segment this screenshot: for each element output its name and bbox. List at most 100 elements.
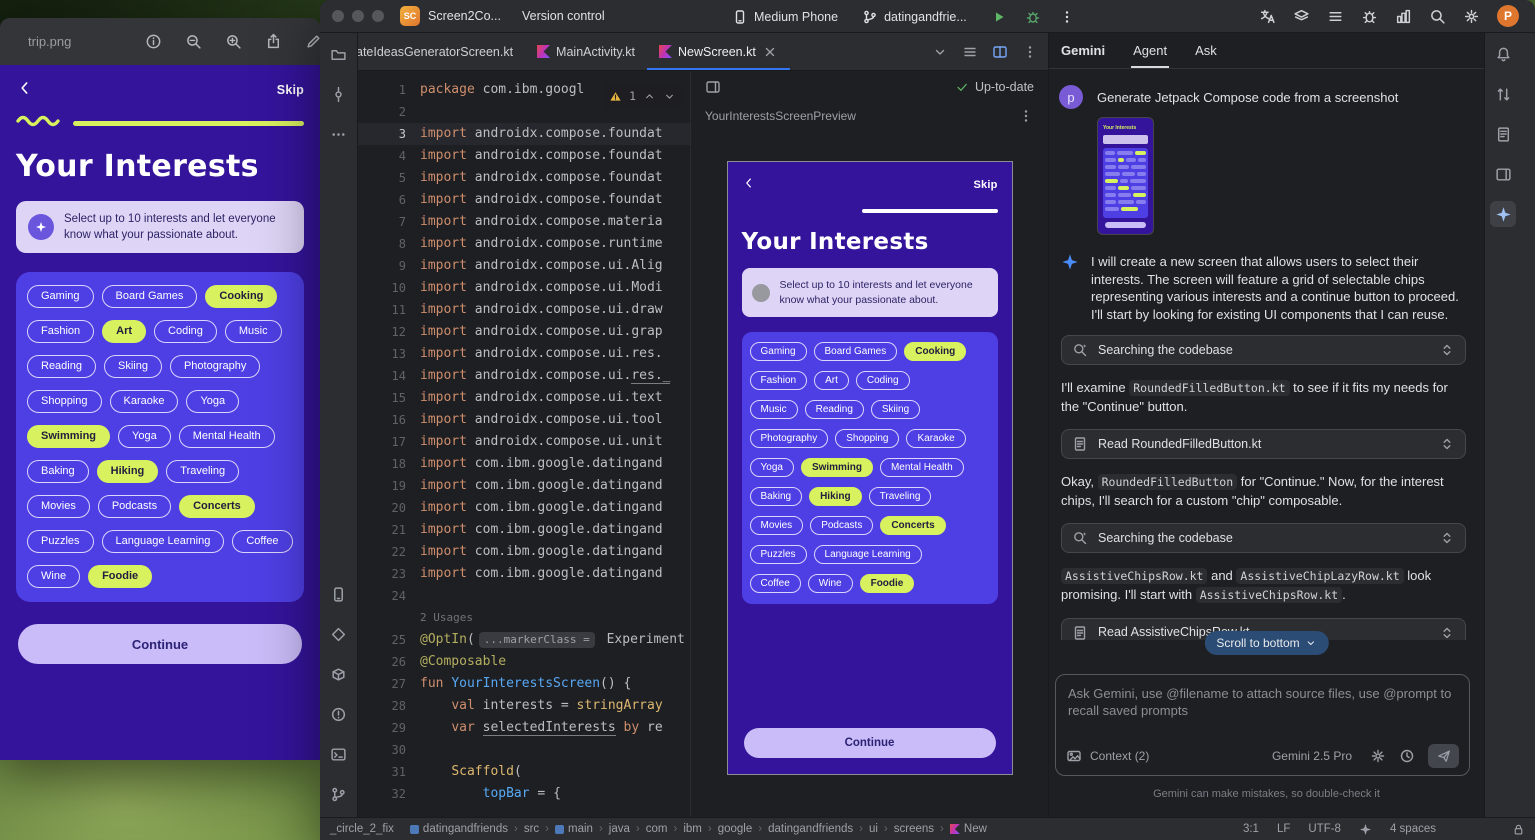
app-insights-icon[interactable] bbox=[1361, 8, 1378, 25]
vcs-widget[interactable]: Version control bbox=[522, 9, 610, 23]
tab-ask[interactable]: Ask bbox=[1195, 33, 1217, 68]
indent-setting[interactable]: 4 spaces bbox=[1390, 823, 1436, 835]
close-window-button[interactable] bbox=[332, 10, 344, 22]
project-selector[interactable]: Screen2Co... bbox=[428, 9, 506, 23]
debug-button[interactable] bbox=[1025, 9, 1041, 25]
editor-options-icon[interactable] bbox=[1022, 44, 1038, 60]
gemini-input[interactable] bbox=[1066, 683, 1459, 741]
terminal-icon[interactable] bbox=[330, 746, 347, 763]
more-actions-icon[interactable] bbox=[1059, 9, 1075, 25]
tab-agent[interactable]: Agent bbox=[1133, 33, 1167, 68]
next-problem-icon[interactable] bbox=[663, 90, 676, 103]
breadcrumb-item[interactable]: ui bbox=[869, 823, 878, 835]
split-editor-icon[interactable] bbox=[992, 44, 1008, 60]
line-ending[interactable]: LF bbox=[1277, 823, 1290, 835]
tab-mainactivity-kt[interactable]: MainActivity.kt bbox=[525, 33, 647, 70]
context-selector[interactable]: Context (2) bbox=[1090, 749, 1154, 763]
code-editor[interactable]: 1 1package com.ibm.googl23import android… bbox=[358, 71, 690, 817]
code-line: 22import com.ibm.google.datingand bbox=[358, 541, 690, 563]
run-button[interactable] bbox=[991, 9, 1007, 25]
gemini-input-box[interactable]: Context (2) Gemini 2.5 Pro bbox=[1055, 674, 1470, 776]
breadcrumb-item[interactable]: src bbox=[524, 823, 539, 835]
notifications-icon[interactable] bbox=[1495, 46, 1512, 63]
compose-preview-canvas[interactable]: SkipYour InterestsSelect up to 10 intere… bbox=[727, 161, 1013, 775]
usages-inlay[interactable]: 2 Usages bbox=[420, 611, 473, 624]
previous-problem-icon[interactable] bbox=[643, 90, 656, 103]
info-icon[interactable] bbox=[145, 33, 162, 50]
share-icon[interactable] bbox=[265, 33, 282, 50]
layout-inspector-icon[interactable] bbox=[1293, 8, 1310, 25]
interest-chip: Concerts bbox=[179, 495, 255, 518]
commit-icon[interactable] bbox=[330, 86, 347, 103]
skip-button[interactable]: Skip bbox=[277, 83, 304, 97]
breadcrumb-item[interactable]: ibm bbox=[683, 823, 702, 835]
profiler-icon[interactable] bbox=[1395, 8, 1412, 25]
breadcrumb-item[interactable]: screens bbox=[894, 823, 934, 835]
version-control-icon[interactable] bbox=[330, 786, 347, 803]
tab-ateideasgeneratorscreen-kt[interactable]: ateIdeasGeneratorScreen.kt bbox=[358, 33, 525, 70]
build-icon[interactable] bbox=[330, 666, 347, 683]
run-configuration-selector[interactable]: datingandfrie... bbox=[862, 9, 973, 25]
ai-status-icon[interactable] bbox=[1359, 823, 1372, 836]
model-selector[interactable]: Gemini 2.5 Pro bbox=[1272, 749, 1357, 763]
logcat-icon[interactable] bbox=[1327, 8, 1344, 25]
breadcrumb-item[interactable]: datingandfriends bbox=[768, 823, 853, 835]
device-selector[interactable]: Medium Phone bbox=[732, 9, 844, 25]
pull-requests-icon[interactable] bbox=[1495, 86, 1512, 103]
tool-call-card[interactable]: Searching the codebase bbox=[1061, 523, 1466, 553]
window-controls[interactable] bbox=[332, 10, 384, 22]
cursor-position[interactable]: 3:1 bbox=[1243, 823, 1259, 835]
problems-icon[interactable] bbox=[330, 706, 347, 723]
gemini-tool-button[interactable] bbox=[1490, 201, 1516, 227]
device-explorer-icon[interactable] bbox=[1495, 166, 1512, 183]
back-button[interactable] bbox=[16, 79, 34, 102]
gemini-settings-icon[interactable] bbox=[1370, 748, 1386, 764]
project-folder-icon[interactable] bbox=[330, 46, 347, 63]
code-text: import androidx.compose.foundat bbox=[420, 123, 690, 145]
breadcrumb-item[interactable]: main bbox=[555, 823, 593, 835]
breadcrumb-item[interactable]: datingandfriends bbox=[410, 823, 508, 835]
tool-call-card[interactable]: Read RoundedFilledButton.kt bbox=[1061, 429, 1466, 459]
settings-icon[interactable] bbox=[1463, 8, 1480, 25]
expand-collapse-icon[interactable] bbox=[1439, 342, 1455, 358]
minimize-window-button[interactable] bbox=[352, 10, 364, 22]
scroll-to-bottom-button[interactable]: Scroll to bottom bbox=[1204, 631, 1328, 655]
code-text: @OptIn(...markerClass = Experiment bbox=[420, 629, 690, 651]
documentation-icon[interactable] bbox=[1495, 126, 1512, 143]
editor-list-icon[interactable] bbox=[962, 44, 978, 60]
running-devices-icon[interactable] bbox=[330, 586, 347, 603]
zoom-window-button[interactable] bbox=[372, 10, 384, 22]
more-tools-icon[interactable] bbox=[330, 126, 347, 143]
close-tab-icon[interactable] bbox=[762, 44, 778, 60]
zoom-in-icon[interactable] bbox=[225, 33, 242, 50]
search-everywhere-icon[interactable] bbox=[1429, 8, 1446, 25]
history-icon[interactable] bbox=[1399, 748, 1415, 764]
lock-icon[interactable] bbox=[1512, 823, 1525, 836]
branch-widget[interactable]: _circle_2_fix bbox=[330, 823, 394, 835]
breadcrumb-item[interactable]: java bbox=[609, 823, 630, 835]
breadcrumb-item[interactable]: New bbox=[950, 823, 987, 835]
breadcrumb-item[interactable]: com bbox=[646, 823, 668, 835]
user-avatar[interactable]: P bbox=[1497, 5, 1519, 27]
screenshot-thumbnail[interactable]: Your Interests bbox=[1097, 117, 1154, 235]
send-button[interactable] bbox=[1428, 744, 1459, 768]
preview-layout-icon[interactable] bbox=[705, 79, 721, 95]
tab-newscreen-kt[interactable]: NewScreen.kt bbox=[647, 33, 790, 70]
text-span: RoundedFilledButton.kt bbox=[1129, 380, 1289, 396]
attach-image-icon[interactable] bbox=[1066, 748, 1082, 764]
tool-call-card[interactable]: Searching the codebase bbox=[1061, 335, 1466, 365]
expand-collapse-icon[interactable] bbox=[1439, 530, 1455, 546]
preview-options-icon[interactable] bbox=[1018, 108, 1034, 124]
inspections-widget[interactable]: 1 bbox=[603, 83, 682, 109]
resource-manager-icon[interactable] bbox=[330, 626, 347, 643]
expand-collapse-icon[interactable] bbox=[1439, 625, 1455, 640]
breadcrumb-item[interactable]: google bbox=[718, 823, 753, 835]
gemini-conversation[interactable]: pGenerate Jetpack Compose code from a sc… bbox=[1049, 69, 1484, 674]
encoding[interactable]: UTF-8 bbox=[1308, 823, 1341, 835]
hidden-tabs-icon[interactable] bbox=[932, 44, 948, 60]
translate-icon[interactable] bbox=[1259, 8, 1276, 25]
continue-button[interactable]: Continue bbox=[18, 624, 302, 664]
expand-collapse-icon[interactable] bbox=[1439, 436, 1455, 452]
zoom-out-icon[interactable] bbox=[185, 33, 202, 50]
edit-icon[interactable] bbox=[305, 33, 320, 50]
